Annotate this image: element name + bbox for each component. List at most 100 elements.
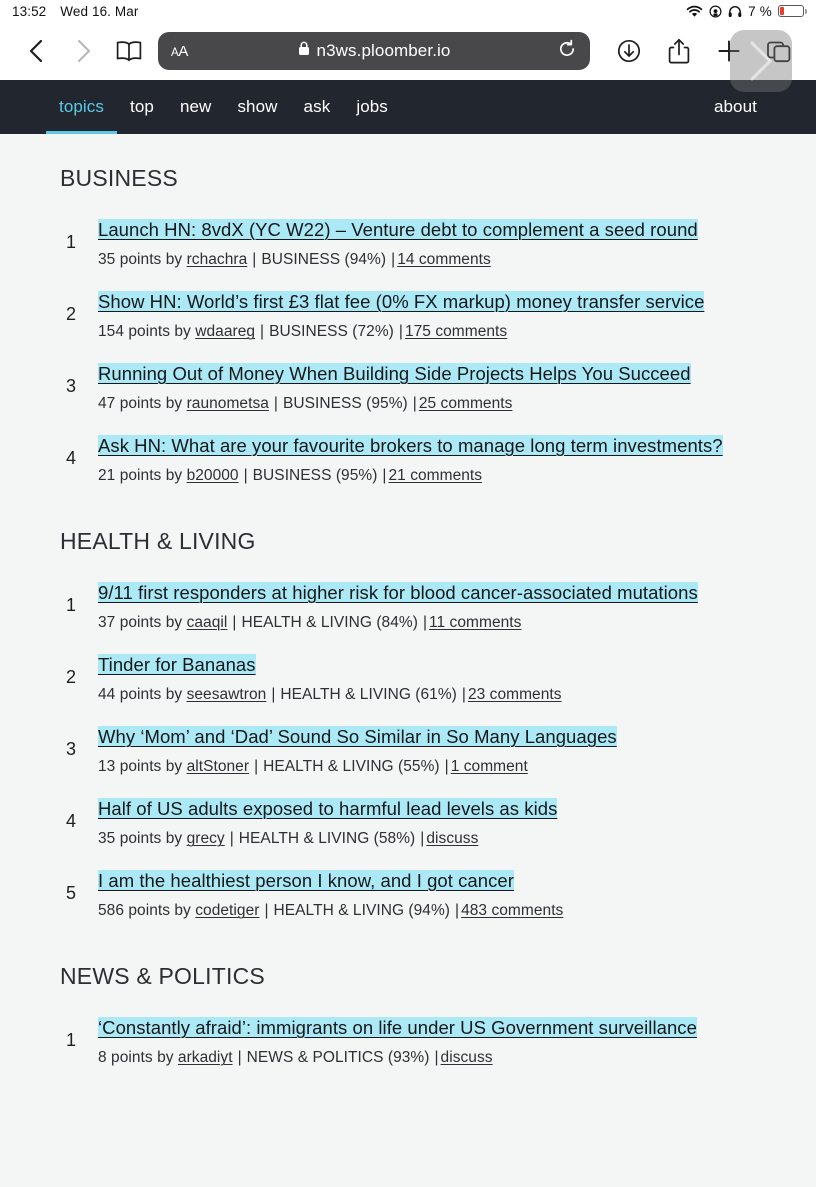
nav-item-ask[interactable]: ask	[291, 80, 344, 134]
story-row: 4 Ask HN: What are your favourite brokers…	[60, 422, 770, 494]
story-author-link[interactable]: codetiger	[195, 902, 259, 919]
story-title-link[interactable]: Running Out of Money When Building Side …	[98, 362, 691, 384]
nav-item-about[interactable]: about	[701, 80, 770, 134]
story-by-label: by	[165, 395, 183, 413]
share-button[interactable]	[656, 28, 702, 74]
story-by-label: by	[165, 830, 183, 848]
story-comments-link[interactable]: discuss	[426, 830, 478, 847]
story-topic: BUSINESS (94%)	[261, 251, 387, 269]
story-title-link[interactable]: I am the healthiest person I know, and I…	[98, 869, 514, 891]
meta-separator: |	[398, 323, 403, 341]
downloads-icon	[616, 38, 642, 64]
downloads-button[interactable]	[606, 28, 652, 74]
sections-container: BUSINESS 1 Launch HN: 8vdX (YC W22) – Vent…	[0, 165, 816, 1076]
story-title-link[interactable]: Ask HN: What are your favourite brokers …	[98, 434, 723, 456]
status-date: Wed 16. Mar	[60, 3, 139, 19]
section-title: HEALTH & LIVING	[60, 528, 256, 554]
story-title-link[interactable]: Half of US adults exposed to harmful lea…	[98, 797, 558, 819]
nav-item-jobs[interactable]: jobs	[343, 80, 401, 134]
new-tab-button[interactable]	[706, 28, 752, 74]
story-by-label: by	[165, 758, 183, 776]
story-author-link[interactable]: grecy	[187, 830, 225, 847]
story-comments-link[interactable]: 1 comment	[451, 758, 528, 775]
story-topic: HEALTH & LIVING (55%)	[263, 758, 440, 776]
story-section: NEWS & POLITICS 1 ‘Constantly afraid’: imm…	[46, 963, 770, 1076]
story-topic: BUSINESS (95%)	[283, 395, 408, 413]
story-by-label: by	[165, 614, 183, 632]
meta-separator: |	[412, 395, 417, 413]
story-author-link[interactable]: seesawtron	[187, 686, 267, 703]
story-points: 47 points	[98, 395, 162, 413]
story-row: 3 Running Out of Money When Building Side…	[60, 350, 770, 422]
story-topic: HEALTH & LIVING (58%)	[238, 830, 416, 848]
story-meta: 35 points by rchachra | BUSINESS (94%) | 14 …	[98, 251, 770, 269]
url-text: n3ws.ploomber.io	[316, 41, 451, 60]
story-title-link[interactable]: 9/11 first responders at higher risk for…	[98, 581, 698, 603]
story-author-link[interactable]: raunometsa	[187, 395, 269, 412]
story-points: 8 points	[98, 1049, 153, 1067]
meta-separator: |	[260, 323, 265, 341]
story-comments-link[interactable]: 175 comments	[405, 323, 507, 340]
story-body: Half of US adults exposed to harmful lea…	[98, 794, 770, 849]
story-meta: 154 points by wdaareg | BUSINESS (72%) | 175…	[98, 323, 770, 341]
reload-button[interactable]	[557, 39, 577, 64]
story-row: 2 Show HN: World’s first £3 flat fee (0% …	[60, 278, 770, 350]
story-author-link[interactable]: b20000	[187, 467, 239, 484]
story-author-link[interactable]: altStoner	[187, 758, 250, 775]
story-comments-link[interactable]: 25 comments	[419, 395, 513, 412]
story-meta: 37 points by caaqil | HEALTH & LIVING (84%…	[98, 614, 770, 632]
story-rank: 1	[66, 1029, 77, 1050]
story-points: 35 points	[98, 251, 162, 269]
story-meta: 47 points by raunometsa | BUSINESS (95%) | 2…	[98, 395, 770, 413]
story-author-link[interactable]: arkadiyt	[178, 1049, 233, 1066]
story-body: Running Out of Money When Building Side …	[98, 359, 770, 414]
nav-item-topics[interactable]: topics	[46, 80, 118, 134]
address-bar[interactable]: AA n3ws.ploomber.io	[158, 32, 590, 70]
story-section: BUSINESS 1 Launch HN: 8vdX (YC W22) – Vent…	[46, 165, 770, 494]
meta-separator: |	[422, 614, 428, 632]
story-comments-link[interactable]: 483 comments	[461, 902, 563, 919]
story-topic: NEWS & POLITICS (93%)	[246, 1049, 430, 1067]
story-section: HEALTH & LIVING 1 9/11 first responders at…	[46, 528, 770, 929]
story-comments-link[interactable]: 21 comments	[389, 467, 483, 484]
story-rank: 1	[66, 231, 77, 252]
share-icon	[667, 37, 691, 65]
story-points: 44 points	[98, 686, 162, 704]
story-body: ‘Constantly afraid’: immigrants on life …	[98, 1013, 770, 1068]
story-body: Launch HN: 8vdX (YC W22) – Venture debt …	[98, 215, 770, 270]
story-meta: 44 points by seesawtron | HEALTH & LIVING …	[98, 686, 770, 704]
story-title-link[interactable]: Show HN: World’s first £3 flat fee (0% F…	[98, 290, 705, 312]
headphones-icon	[728, 5, 742, 18]
nav-item-show[interactable]: show	[224, 80, 290, 134]
story-row: 4 Half of US adults exposed to harmful le…	[60, 785, 770, 857]
meta-separator: |	[232, 614, 237, 632]
bookmarks-button[interactable]	[106, 28, 152, 74]
meta-separator: |	[229, 830, 234, 848]
story-comments-link[interactable]: 23 comments	[468, 686, 562, 703]
story-body: Tinder for Bananas 44 points by seesawtr…	[98, 650, 770, 705]
back-button[interactable]	[14, 28, 60, 74]
story-by-label: by	[174, 902, 191, 920]
story-author-link[interactable]: rchachra	[187, 251, 248, 268]
story-author-link[interactable]: caaqil	[187, 614, 228, 631]
forward-button[interactable]	[60, 28, 106, 74]
story-author-link[interactable]: wdaareg	[195, 323, 255, 340]
story-topic: BUSINESS (72%)	[269, 323, 394, 341]
meta-separator: |	[243, 467, 248, 485]
story-comments-link[interactable]: 14 comments	[397, 251, 491, 268]
meta-separator: |	[271, 686, 276, 704]
tabs-button[interactable]	[756, 28, 802, 74]
story-comments-link[interactable]: 11 comments	[429, 614, 521, 631]
text-size-button[interactable]: AA	[171, 43, 188, 60]
nav-item-new[interactable]: new	[167, 80, 225, 134]
meta-separator: |	[382, 467, 387, 485]
story-points: 21 points	[98, 467, 162, 485]
nav-item-top[interactable]: top	[117, 80, 167, 134]
story-title-link[interactable]: Launch HN: 8vdX (YC W22) – Venture debt …	[98, 218, 698, 240]
story-title-link[interactable]: Tinder for Bananas	[98, 653, 256, 675]
toolbar-right-group	[606, 28, 802, 74]
story-title-link[interactable]: Why ‘Mom’ and ‘Dad’ Sound So Similar in …	[98, 725, 617, 747]
story-comments-link[interactable]: discuss	[441, 1049, 493, 1066]
story-rank: 4	[66, 447, 77, 468]
story-title-link[interactable]: ‘Constantly afraid’: immigrants on life …	[98, 1016, 697, 1038]
